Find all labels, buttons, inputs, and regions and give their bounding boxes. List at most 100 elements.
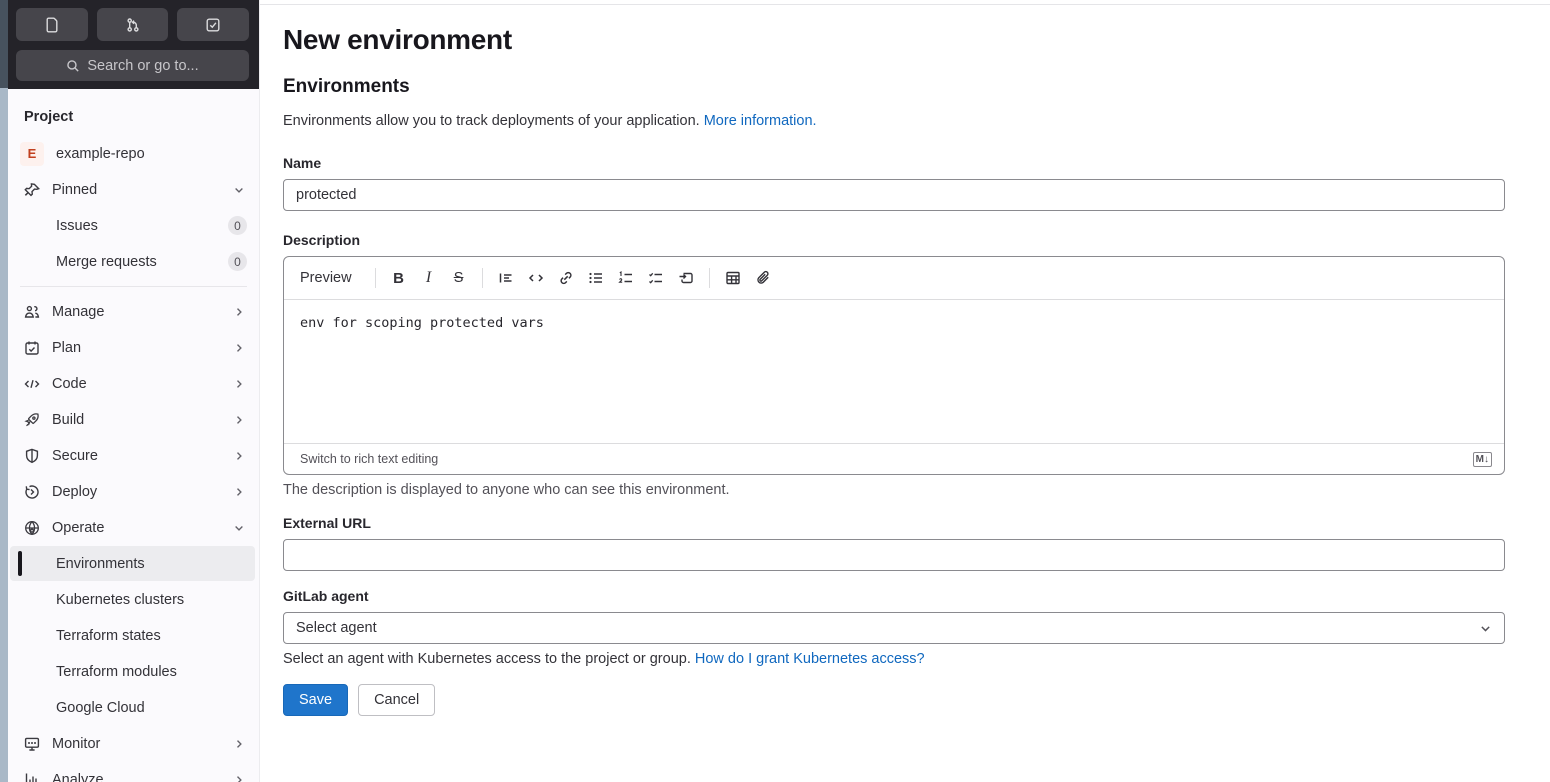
kubernetes-access-link[interactable]: How do I grant Kubernetes access? (695, 651, 925, 667)
issues-count-badge: 0 (228, 216, 247, 235)
description-textarea[interactable]: env for scoping protected vars (284, 300, 1504, 443)
sidebar-item-project[interactable]: E example-repo (8, 136, 259, 171)
chevron-right-icon (233, 378, 245, 390)
chevron-right-icon (233, 774, 245, 782)
chevron-right-icon (233, 450, 245, 462)
deploy-icon (24, 484, 40, 500)
chevron-down-icon (233, 522, 245, 534)
markdown-toolbar: Preview B I S (284, 257, 1504, 300)
active-indicator (18, 551, 22, 576)
sidebar-item-merge-requests[interactable]: Merge requests 0 (8, 244, 259, 279)
sidebar-item-pinned[interactable]: Pinned (8, 172, 259, 207)
sidebar-item-manage[interactable]: Manage (8, 294, 259, 329)
sidebar-item-secure[interactable]: Secure (8, 438, 259, 473)
link-button[interactable] (553, 265, 579, 291)
app-window: Search or go to... Project E example-rep… (0, 0, 1550, 782)
sidebar-item-monitor[interactable]: Monitor (8, 726, 259, 761)
chevron-right-icon (233, 414, 245, 426)
operate-icon (24, 520, 40, 536)
intro-text: Environments allow you to track deployme… (283, 113, 817, 129)
sidebar-item-operate[interactable]: Operate (8, 510, 259, 545)
link-icon (558, 270, 574, 286)
attach-file-icon (755, 270, 771, 286)
chevron-right-icon (233, 738, 245, 750)
sidebar-item-code[interactable]: Code (8, 366, 259, 401)
calendar-icon (24, 340, 40, 356)
search-input[interactable]: Search or go to... (16, 50, 249, 81)
chevron-right-icon (233, 342, 245, 354)
sidebar-section-label: Project (24, 109, 74, 125)
issues-shortcut-button[interactable] (16, 8, 88, 41)
external-url-input[interactable] (283, 539, 1505, 571)
sidebar-item-plan[interactable]: Plan (8, 330, 259, 365)
agent-select[interactable]: Select agent (283, 612, 1505, 644)
sidebar-item-google-cloud[interactable]: Google Cloud (8, 690, 259, 725)
chart-icon (24, 772, 40, 782)
toolbar-separator (708, 268, 710, 288)
preview-tab[interactable]: Preview (300, 270, 352, 286)
bulleted-list-icon (588, 270, 604, 286)
task-list-button[interactable] (643, 265, 669, 291)
table-icon (725, 270, 741, 286)
collapsible-section-button[interactable] (673, 265, 699, 291)
sidebar-item-build[interactable]: Build (8, 402, 259, 437)
markdown-icon[interactable]: M↓ (1472, 451, 1492, 467)
sidebar-item-terraform-states[interactable]: Terraform states (8, 618, 259, 653)
sidebar-item-kubernetes-clusters[interactable]: Kubernetes clusters (8, 582, 259, 617)
switch-rich-text-link[interactable]: Switch to rich text editing (300, 452, 438, 466)
name-input[interactable] (283, 179, 1505, 211)
monitor-icon (24, 736, 40, 752)
save-button[interactable]: Save (283, 684, 349, 716)
window-edge-strip (0, 0, 8, 782)
sidebar-item-environments[interactable]: Environments (10, 546, 255, 581)
code-button[interactable] (523, 265, 549, 291)
merge-requests-shortcut-button[interactable] (96, 8, 169, 41)
code-icon (528, 270, 544, 286)
sidebar-item-issues[interactable]: Issues 0 (8, 208, 259, 243)
numbered-list-button[interactable] (613, 265, 639, 291)
italic-button[interactable]: I (416, 265, 442, 291)
project-name: example-repo (56, 145, 145, 162)
sidebar: Search or go to... Project E example-rep… (8, 0, 260, 782)
quote-icon (498, 270, 514, 286)
todo-icon (205, 17, 221, 33)
search-icon (66, 59, 80, 73)
sidebar-topbar: Search or go to... (8, 0, 259, 89)
pin-icon (24, 182, 40, 198)
quote-button[interactable] (493, 265, 519, 291)
gitlab-agent-label: GitLab agent (283, 588, 369, 604)
chevron-down-icon (233, 184, 245, 196)
agent-select-value: Select agent (296, 620, 377, 636)
toolbar-separator (374, 268, 376, 288)
strikethrough-button[interactable]: S (446, 265, 472, 291)
rocket-icon (24, 412, 40, 428)
numbered-list-icon (617, 270, 634, 286)
description-help-text: The description is displayed to anyone w… (283, 482, 730, 498)
todo-shortcut-button[interactable] (177, 8, 250, 41)
page-title: New environment (283, 24, 512, 55)
main-content: New environment Environments Environment… (260, 0, 1550, 782)
sidebar-nav: Project E example-repo Pinned Issues 0 M… (8, 89, 259, 782)
table-button[interactable] (720, 265, 746, 291)
sidebar-divider (20, 286, 247, 287)
sidebar-item-analyze[interactable]: Analyze (8, 762, 259, 782)
external-url-label: External URL (283, 515, 371, 531)
description-label: Description (283, 232, 361, 248)
markdown-editor: Preview B I S env for scoping protected … (283, 256, 1505, 475)
cancel-button[interactable]: Cancel (358, 684, 436, 716)
bold-button[interactable]: B (386, 265, 412, 291)
bulleted-list-button[interactable] (583, 265, 609, 291)
form-actions: Save Cancel (283, 684, 1505, 716)
merge-requests-count-badge: 0 (228, 252, 247, 271)
attach-file-button[interactable] (750, 265, 776, 291)
sidebar-item-deploy[interactable]: Deploy (8, 474, 259, 509)
sidebar-item-terraform-modules[interactable]: Terraform modules (8, 654, 259, 689)
pinned-label: Pinned (52, 181, 98, 198)
shield-icon (24, 448, 40, 464)
users-icon (24, 304, 40, 320)
task-list-icon (648, 270, 664, 286)
toolbar-separator (481, 268, 483, 288)
more-information-link[interactable]: More information. (704, 113, 817, 129)
markdown-editor-footer: Switch to rich text editing M↓ (284, 443, 1504, 474)
collapsible-section-icon (678, 270, 694, 286)
